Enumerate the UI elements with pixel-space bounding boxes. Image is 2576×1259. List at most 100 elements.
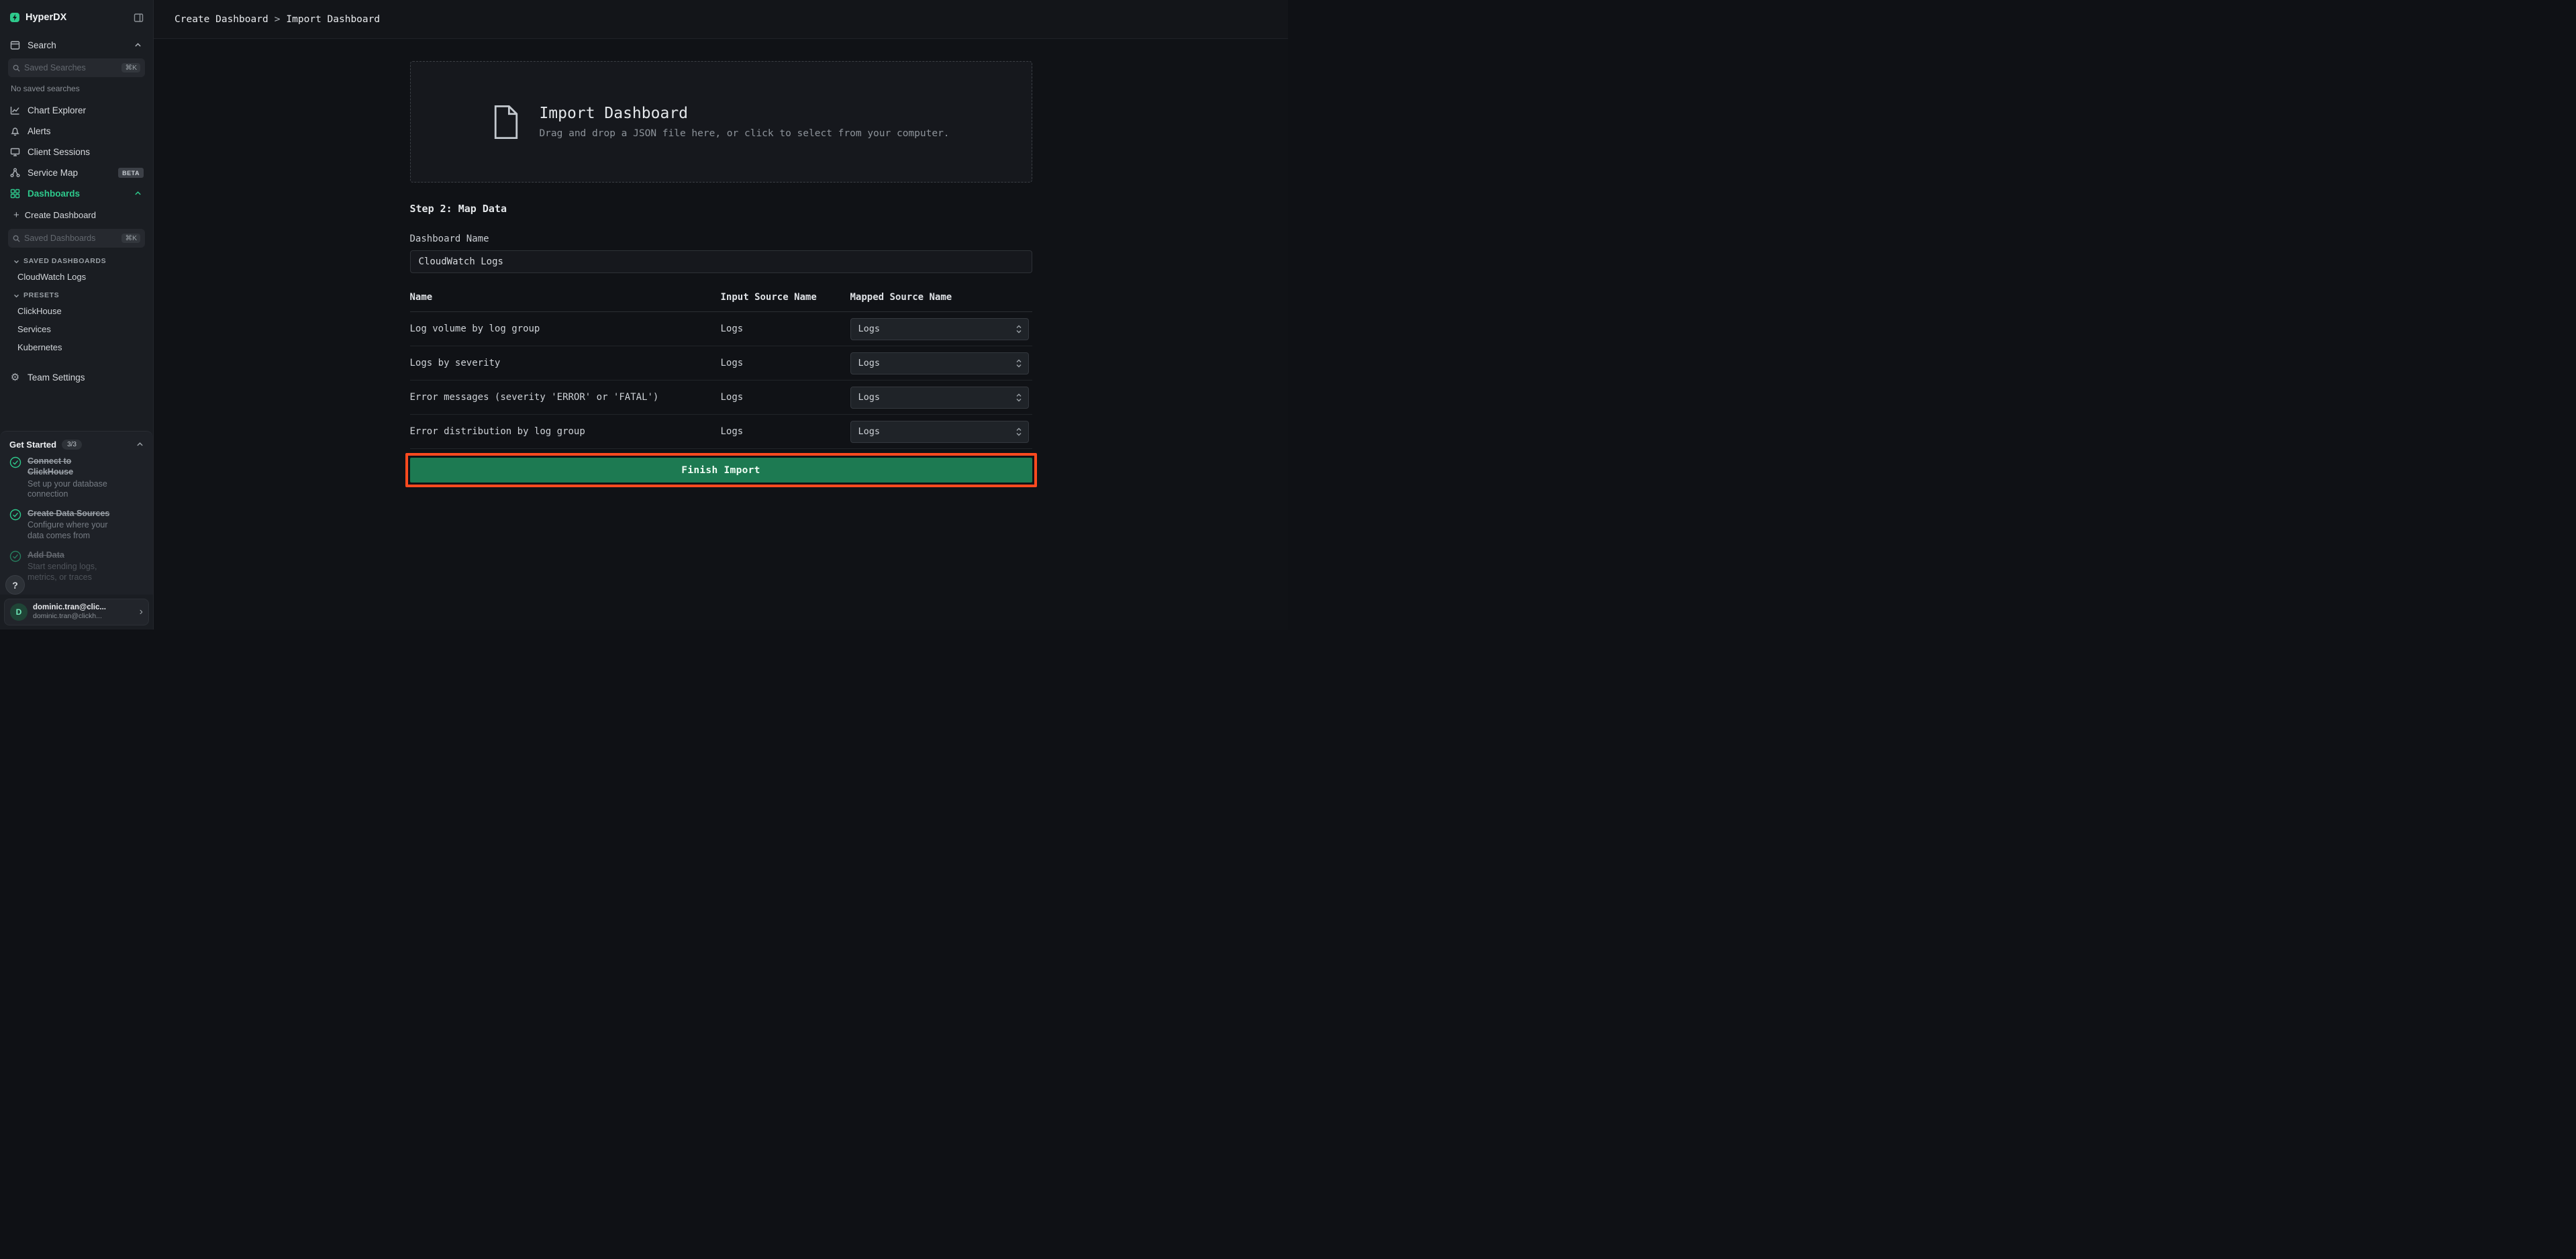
hyperdx-logo-icon [9, 12, 20, 23]
input-source-value: Logs [721, 358, 850, 368]
column-header-name: Name [410, 292, 721, 303]
sidebar-item-client-sessions[interactable]: Client Sessions [0, 142, 153, 162]
input-source-value: Logs [721, 426, 850, 437]
team-settings-label: Team Settings [28, 372, 144, 383]
mapped-source-select[interactable]: Logs [850, 421, 1029, 443]
saved-dashboards-header[interactable]: SAVED DASHBOARDS [0, 252, 153, 268]
get-started-step[interactable]: Connect to ClickHouse Set up your databa… [9, 456, 144, 500]
sidebar: HyperDX Search ⌘K No saved searches Char… [0, 0, 154, 630]
get-started-header[interactable]: Get Started 3/3 [8, 438, 145, 456]
search-icon [13, 235, 20, 242]
nav-label: Service Map [28, 168, 111, 178]
chevron-down-icon [13, 293, 19, 299]
sidebar-item-clickhouse[interactable]: ClickHouse [0, 302, 153, 320]
user-email: dominic.tran@clickh... [33, 612, 106, 621]
get-started-step[interactable]: Create Data Sources Configure where your… [9, 509, 144, 542]
column-header-mapped-source: Mapped Source Name [850, 292, 1032, 303]
saved-dashboards-input[interactable] [24, 234, 117, 243]
table-row: Error messages (severity 'ERROR' or 'FAT… [410, 381, 1032, 415]
mapped-source-select[interactable]: Logs [850, 387, 1029, 409]
nav-label: Client Sessions [28, 147, 144, 157]
select-updown-icon [1010, 319, 1028, 340]
alerts-bell-icon [9, 126, 21, 136]
avatar: D [10, 603, 28, 621]
sidebar-item-cloudwatch-logs[interactable]: CloudWatch Logs [0, 268, 153, 286]
create-dashboard-button[interactable]: + Create Dashboard [0, 204, 153, 226]
input-source-value: Logs [721, 323, 850, 334]
client-sessions-icon [9, 147, 21, 157]
finish-import-button[interactable]: Finish Import [410, 458, 1032, 483]
gear-icon: ⚙ [9, 371, 21, 383]
select-updown-icon [1010, 387, 1028, 408]
mapped-source-select[interactable]: Logs [850, 352, 1029, 374]
dashboard-name-input[interactable] [410, 250, 1032, 273]
breadcrumb: Create Dashboard > Import Dashboard [175, 14, 380, 25]
no-saved-searches-text: No saved searches [0, 81, 153, 100]
saved-searches-input[interactable] [24, 63, 117, 72]
sidebar-item-services[interactable]: Services [0, 320, 153, 338]
chart-name: Log volume by log group [410, 323, 721, 334]
breadcrumb-separator: > [275, 14, 281, 25]
dropzone-subtitle: Drag and drop a JSON file here, or click… [539, 128, 949, 139]
import-dropzone[interactable]: Import Dashboard Drag and drop a JSON fi… [410, 61, 1032, 183]
dropzone-title: Import Dashboard [539, 105, 949, 122]
table-row: Logs by severity Logs Logs [410, 346, 1032, 381]
sidebar-toggle-icon[interactable] [134, 13, 144, 23]
step-subtitle: Set up your database connection [28, 479, 119, 500]
beta-badge: BETA [118, 168, 144, 178]
sidebar-item-search[interactable]: Search [0, 35, 153, 56]
step-title: Connect to ClickHouse [28, 456, 113, 477]
chevron-up-icon[interactable] [132, 190, 144, 197]
mapped-source-select[interactable]: Logs [850, 318, 1029, 340]
table-row: Log volume by log group Logs Logs [410, 312, 1032, 346]
input-source-value: Logs [721, 392, 850, 403]
nav-label: Alerts [28, 126, 144, 136]
check-circle-icon [9, 456, 21, 468]
app-title: HyperDX [26, 12, 128, 23]
breadcrumb-create-dashboard[interactable]: Create Dashboard [175, 14, 268, 25]
chevron-up-icon[interactable] [132, 42, 144, 49]
get-started-step[interactable]: Add Data Start sending logs, metrics, or… [9, 550, 144, 583]
presets-header-label: PRESETS [23, 291, 59, 299]
get-started-panel: Get Started 3/3 Connect to ClickHouse Se… [0, 431, 153, 594]
saved-dashboards-search[interactable]: ⌘K [8, 229, 145, 248]
table-row: Error distribution by log group Logs Log… [410, 415, 1032, 449]
step-title: Add Data [28, 550, 113, 561]
check-circle-icon [9, 509, 21, 521]
search-section-label: Search [28, 40, 126, 50]
chart-name: Error distribution by log group [410, 426, 721, 437]
presets-header[interactable]: PRESETS [0, 286, 153, 302]
select-updown-icon [1010, 421, 1028, 442]
mapped-source-value: Logs [851, 323, 1010, 334]
sidebar-item-service-map[interactable]: Service Map BETA [0, 162, 153, 183]
chart-explorer-icon [9, 105, 21, 115]
mapping-table: Name Input Source Name Mapped Source Nam… [410, 285, 1032, 449]
sidebar-item-team-settings[interactable]: ⚙ Team Settings [0, 366, 153, 389]
plus-icon: + [13, 210, 19, 220]
chart-name: Logs by severity [410, 358, 721, 368]
chevron-up-icon[interactable] [136, 441, 144, 448]
sidebar-item-dashboards[interactable]: Dashboards [0, 183, 153, 204]
sidebar-header: HyperDX [0, 0, 153, 35]
help-button[interactable]: ? [5, 575, 25, 595]
saved-searches-search[interactable]: ⌘K [8, 58, 145, 77]
annotation-highlight-box: Finish Import [405, 453, 1037, 487]
chevron-down-icon [13, 258, 19, 264]
create-dashboard-label: Create Dashboard [25, 210, 96, 220]
user-menu[interactable]: D dominic.tran@clic... dominic.tran@clic… [4, 599, 149, 625]
mapped-source-value: Logs [851, 358, 1010, 368]
sidebar-item-chart-explorer[interactable]: Chart Explorer [0, 100, 153, 121]
sidebar-item-alerts[interactable]: Alerts [0, 121, 153, 142]
breadcrumb-import-dashboard[interactable]: Import Dashboard [286, 14, 380, 25]
shortcut-badge: ⌘K [121, 63, 140, 73]
chart-name: Error messages (severity 'ERROR' or 'FAT… [410, 392, 721, 403]
shortcut-badge: ⌘K [121, 234, 140, 244]
get-started-title: Get Started [9, 440, 56, 450]
service-map-icon [9, 168, 21, 178]
step-label: Step 2: Map Data [410, 203, 1032, 215]
chevron-right-icon: › [140, 606, 143, 618]
main-area: Create Dashboard > Import Dashboard Impo… [154, 0, 1288, 630]
sidebar-item-kubernetes[interactable]: Kubernetes [0, 338, 153, 356]
dashboard-name-label: Dashboard Name [410, 234, 1032, 244]
content: Import Dashboard Drag and drop a JSON fi… [154, 39, 1288, 630]
